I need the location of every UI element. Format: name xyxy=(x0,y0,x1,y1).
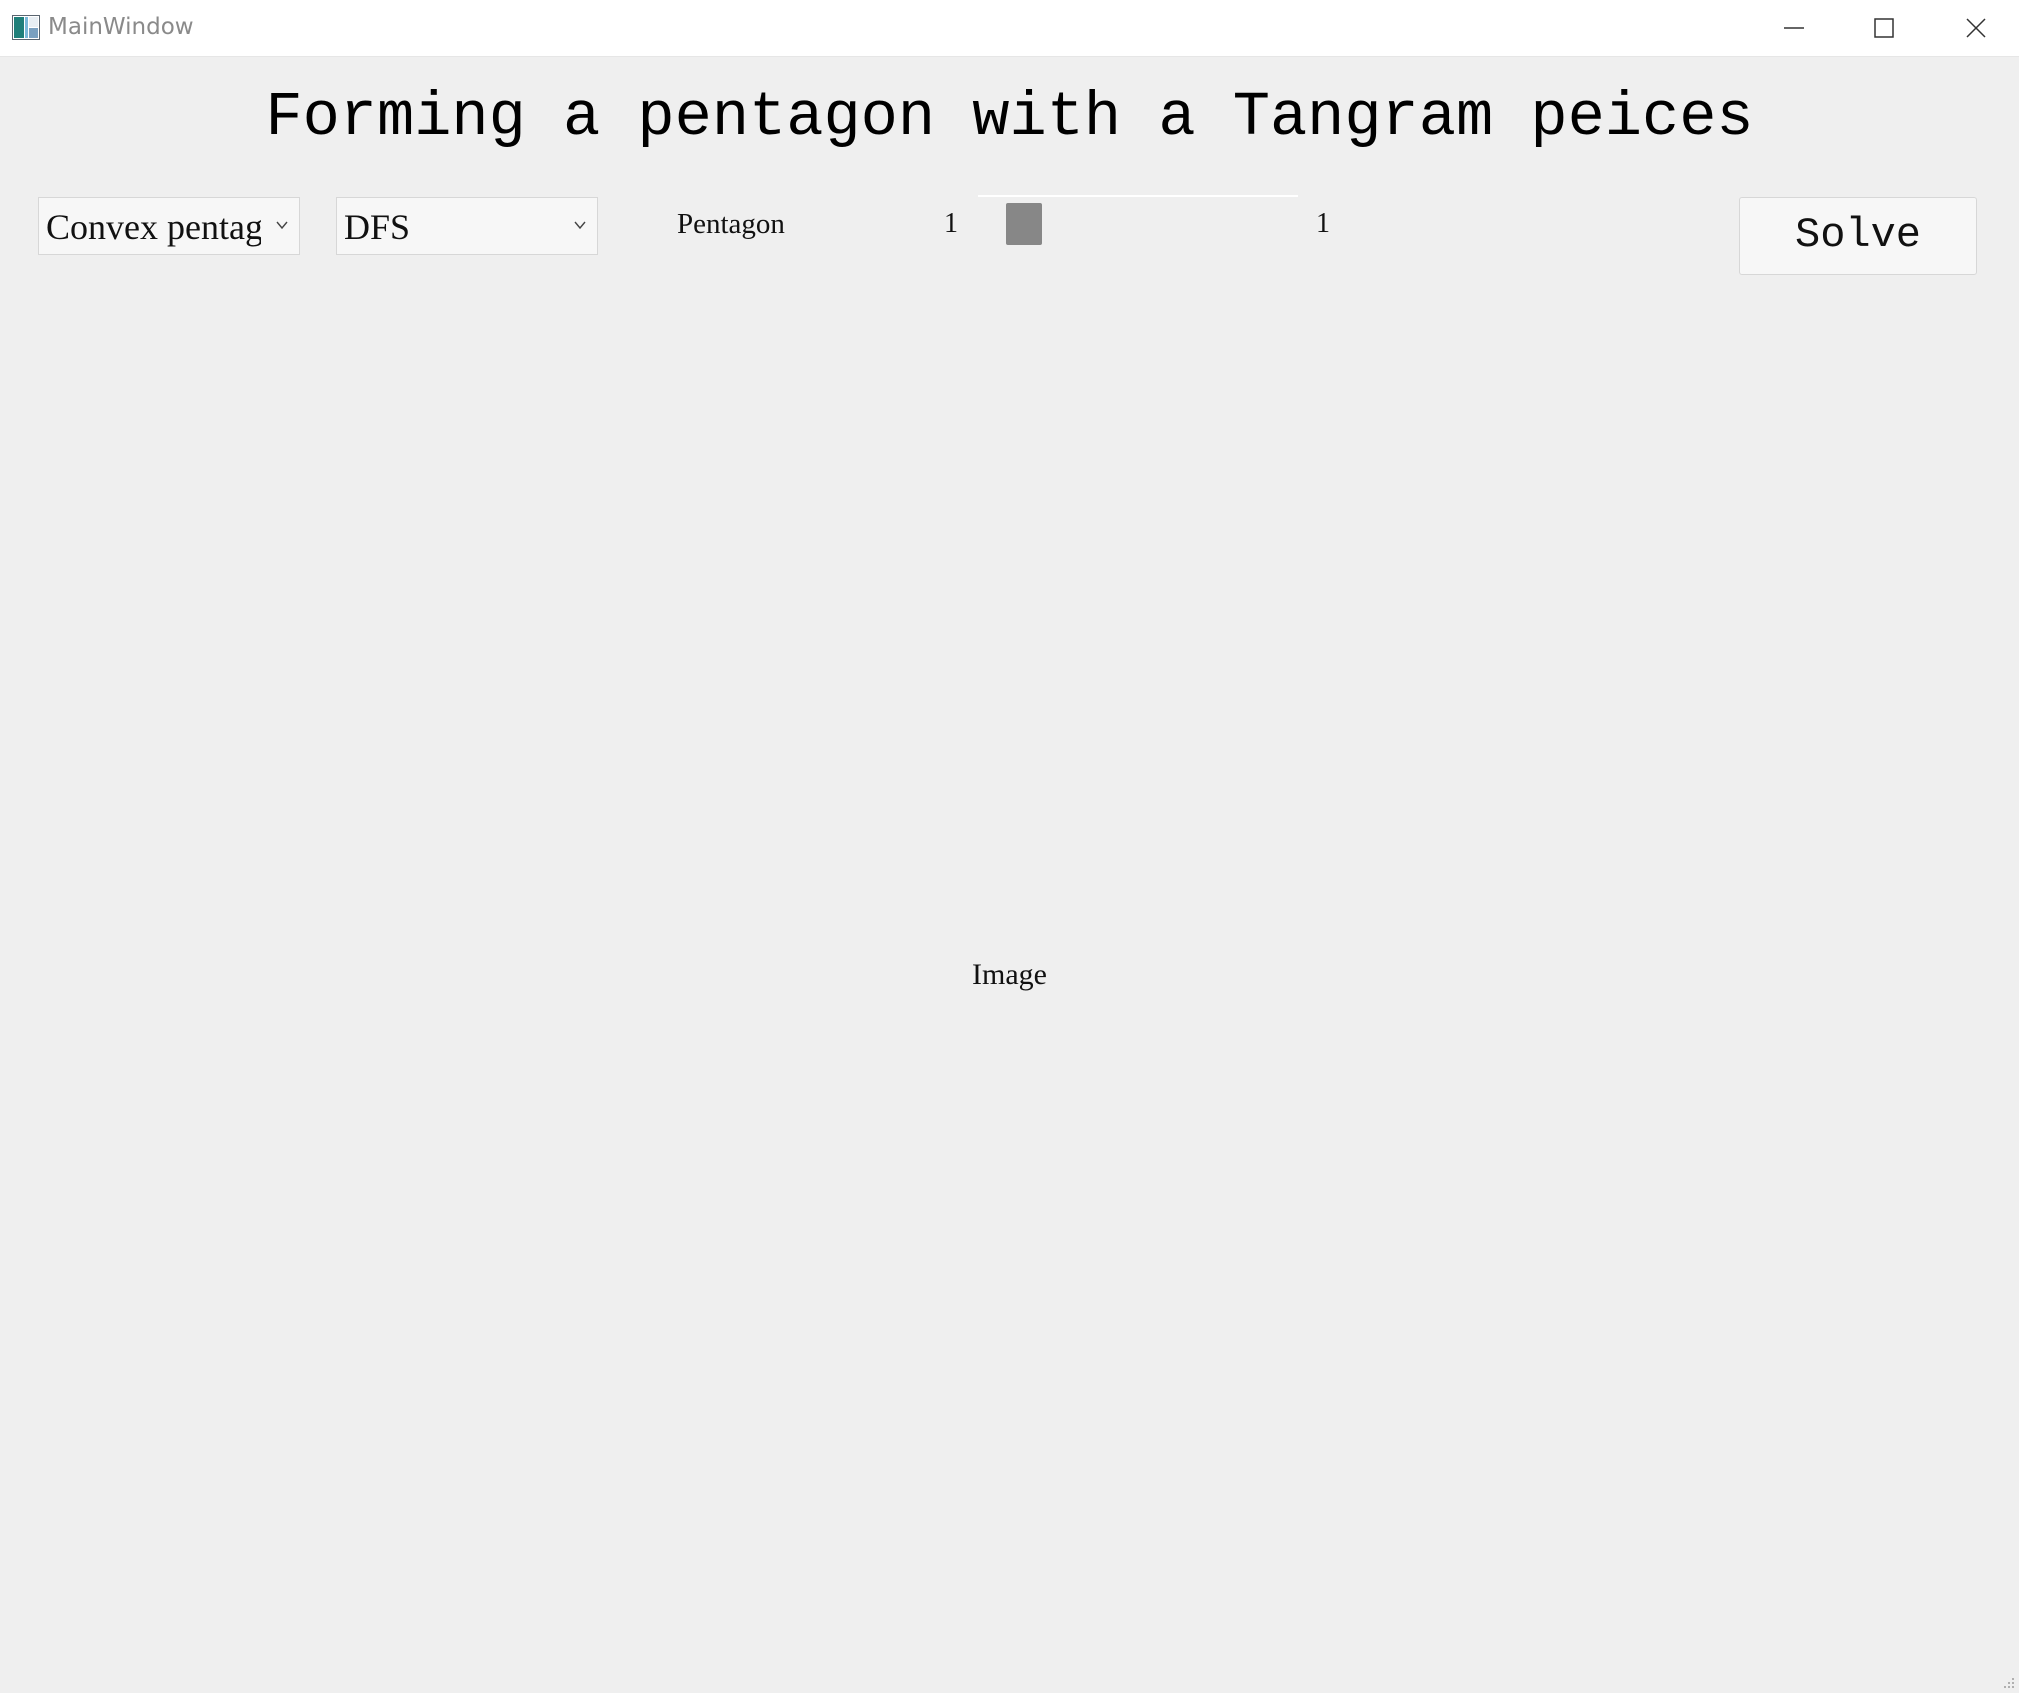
image-placeholder: Image xyxy=(972,958,1047,991)
shape-label: Pentagon xyxy=(677,208,785,240)
shape-select[interactable]: Convex pentagon xyxy=(38,197,300,255)
close-button[interactable] xyxy=(1930,0,2019,56)
page-title: Forming a pentagon with a Tangram peices xyxy=(265,82,1754,153)
app-icon xyxy=(12,15,40,40)
minimize-button[interactable] xyxy=(1748,0,1840,56)
minimize-icon xyxy=(1784,27,1804,29)
slider-min-label: 1 xyxy=(944,208,958,239)
chevron-down-icon xyxy=(574,221,586,230)
slider-handle[interactable] xyxy=(1006,203,1042,245)
slider-track[interactable] xyxy=(978,195,1298,197)
solve-button[interactable]: Solve xyxy=(1739,197,1977,275)
maximize-icon xyxy=(1874,18,1894,38)
maximize-button[interactable] xyxy=(1838,0,1930,56)
close-icon xyxy=(1966,18,1986,38)
resize-grip-icon[interactable] xyxy=(2003,1677,2015,1689)
algorithm-select[interactable]: DFS xyxy=(336,197,598,255)
algorithm-select-value: DFS xyxy=(344,207,411,247)
window-title: MainWindow xyxy=(48,14,194,40)
chevron-down-icon xyxy=(276,221,288,230)
title-bar[interactable]: MainWindow xyxy=(0,0,2019,57)
pieces-slider[interactable] xyxy=(978,195,1298,255)
slider-max-label: 1 xyxy=(1316,208,1330,239)
shape-select-value: Convex pentagon xyxy=(46,207,261,247)
